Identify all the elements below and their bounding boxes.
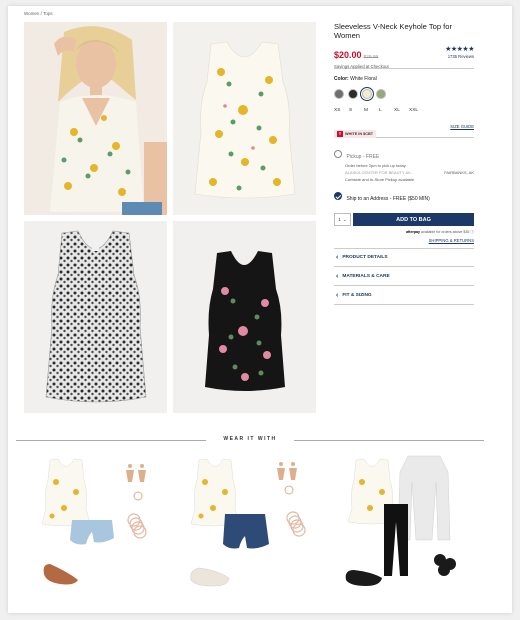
white-top-illustration	[173, 22, 316, 215]
chevron-icon: ‹	[336, 291, 339, 299]
chevron-icon: ‹	[336, 272, 339, 280]
product-photo-black-floral[interactable]	[173, 221, 316, 413]
printed-top-illustration	[24, 221, 167, 413]
swatch-gray[interactable]	[334, 89, 344, 99]
ship-label: Ship to an Address - FREE ($50 MIN)	[346, 196, 430, 202]
store-city: FAIRBANKS, AK	[444, 170, 474, 175]
savings-note: Savings Applied at Checkout	[334, 64, 389, 69]
accordion-product-details[interactable]: ‹ PRODUCT DETAILS	[334, 248, 474, 267]
outfit-3-illustration	[345, 455, 456, 586]
wear-it-with-label: WEAR IT WITH	[223, 436, 277, 442]
outfit-2-illustration	[190, 458, 306, 587]
size-option[interactable]: L	[379, 108, 394, 113]
add-to-bag-button[interactable]: ADD TO BAG	[353, 213, 474, 226]
curbside-note: Curbside and In-Store Pickup available	[345, 177, 415, 182]
product-photo-front[interactable]	[173, 22, 316, 215]
black-top-illustration	[173, 221, 316, 413]
chevron-down-icon: ⌄	[342, 216, 347, 222]
breadcrumb[interactable]: Women / Tops	[24, 11, 53, 16]
pickup-note: Order before 2pm to pick up today	[345, 163, 406, 168]
accordion-fit-sizing[interactable]: ‹ FIT & SIZING	[334, 286, 474, 305]
promo-badge: T WHITE IN $CBT	[334, 130, 377, 138]
size-guide-link[interactable]: SIZE GUIDE	[450, 124, 474, 129]
outfit-1[interactable]	[28, 452, 168, 597]
size-selector: XS S M L XL XXL	[334, 108, 474, 113]
ship-radio[interactable]	[334, 191, 342, 200]
product-info-panel: Sleeveless V-Neck Keyhole Top for Women …	[334, 22, 474, 305]
color-label: Color: White Floral	[334, 76, 377, 82]
afterpay-note: afterpay available for orders above $35 …	[406, 230, 474, 234]
pickup-radio[interactable]	[334, 149, 342, 158]
model-photo-illustration	[24, 22, 167, 215]
swatch-black[interactable]	[348, 89, 358, 99]
outfit-1-illustration	[41, 458, 147, 585]
size-option[interactable]: XL	[394, 108, 409, 113]
swatch-white-floral[interactable]	[359, 86, 375, 102]
info-icon[interactable]: ⓘ	[470, 230, 474, 234]
accordion-materials-care[interactable]: ‹ MATERIALS & CARE	[334, 267, 474, 286]
pickup-label: Pickup - FREE	[346, 154, 380, 160]
outfit-3[interactable]	[342, 452, 482, 597]
store-name[interactable]: ALASKA CENTER FOR BEAUTY AV...	[345, 170, 413, 175]
product-title: Sleeveless V-Neck Keyhole Top for Women	[334, 22, 453, 40]
quantity-select[interactable]: 1 ⌄	[334, 213, 351, 226]
size-option[interactable]: M	[364, 108, 379, 113]
tag-icon: T	[337, 131, 343, 137]
size-option[interactable]: XS	[334, 108, 349, 113]
wear-it-with-header: WEAR IT WITH	[16, 436, 484, 444]
product-photo-model[interactable]	[24, 22, 167, 215]
afterpay-logo: afterpay	[406, 230, 421, 234]
sale-price: $20.00	[334, 50, 362, 60]
original-price: $29.99	[363, 55, 379, 60]
color-value: White Floral	[350, 76, 377, 82]
size-option[interactable]: XXL	[409, 108, 424, 113]
rating-stars[interactable]: ★★★★★	[445, 45, 474, 53]
color-swatches	[334, 86, 474, 102]
outfit-2[interactable]	[185, 452, 325, 597]
size-option[interactable]: S	[349, 108, 364, 113]
swatch-green[interactable]	[376, 89, 386, 99]
chevron-icon: ‹	[336, 254, 339, 261]
reviews-link[interactable]: 1735 Reviews	[448, 54, 474, 59]
product-photo-animal-print[interactable]	[24, 221, 167, 413]
